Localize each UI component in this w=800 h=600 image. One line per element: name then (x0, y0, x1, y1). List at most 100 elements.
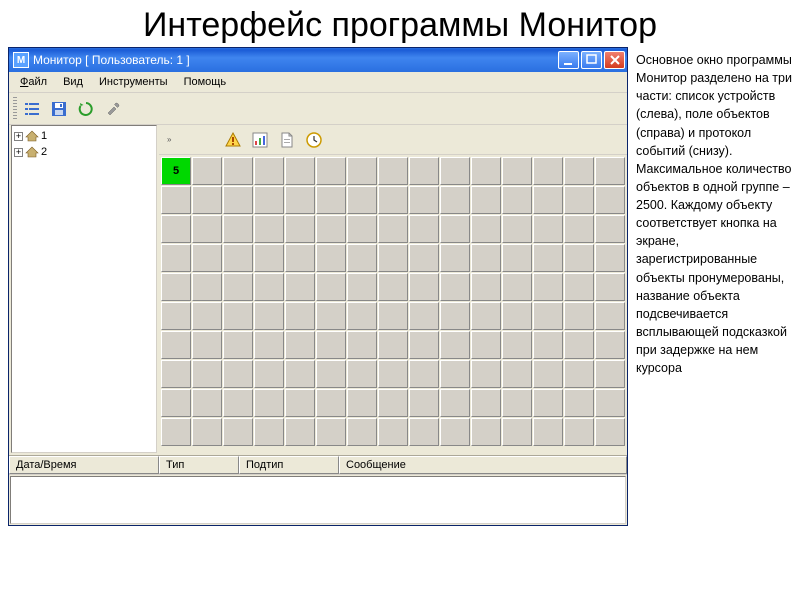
object-button[interactable] (440, 389, 470, 417)
log-col-type[interactable]: Тип (159, 456, 239, 474)
log-body[interactable] (10, 476, 626, 524)
object-button[interactable] (223, 302, 253, 330)
object-button[interactable] (409, 244, 439, 272)
chevron-expand-icon[interactable]: » (167, 135, 171, 144)
object-button[interactable] (192, 418, 222, 446)
object-button[interactable] (347, 215, 377, 243)
object-button[interactable] (378, 389, 408, 417)
object-button[interactable] (254, 360, 284, 388)
object-button[interactable] (254, 302, 284, 330)
object-button[interactable] (223, 273, 253, 301)
object-button[interactable] (254, 273, 284, 301)
object-button[interactable] (471, 244, 501, 272)
log-col-subtype[interactable]: Подтип (239, 456, 339, 474)
object-button[interactable] (440, 186, 470, 214)
object-button[interactable] (347, 244, 377, 272)
object-button[interactable] (564, 302, 594, 330)
object-button[interactable] (440, 273, 470, 301)
warning-icon[interactable] (221, 128, 245, 152)
list-icon[interactable] (20, 97, 44, 121)
object-button[interactable] (285, 273, 315, 301)
object-button[interactable] (254, 418, 284, 446)
object-button[interactable] (564, 360, 594, 388)
tree-row[interactable]: + 2 (14, 144, 154, 160)
log-col-message[interactable]: Сообщение (339, 456, 627, 474)
object-button[interactable] (378, 331, 408, 359)
object-button[interactable] (192, 331, 222, 359)
chart-icon[interactable] (248, 128, 272, 152)
object-button[interactable] (161, 302, 191, 330)
object-button[interactable] (161, 273, 191, 301)
object-button[interactable] (161, 186, 191, 214)
object-button[interactable] (378, 157, 408, 185)
object-button[interactable] (285, 186, 315, 214)
object-button[interactable] (161, 360, 191, 388)
refresh-icon[interactable] (74, 97, 98, 121)
object-button[interactable] (595, 157, 625, 185)
object-button[interactable] (595, 331, 625, 359)
object-button[interactable] (254, 389, 284, 417)
close-button[interactable] (604, 51, 625, 69)
object-button[interactable] (223, 360, 253, 388)
object-button[interactable] (316, 360, 346, 388)
menu-view[interactable]: Вид (56, 74, 90, 90)
object-button[interactable] (409, 418, 439, 446)
object-button[interactable] (533, 157, 563, 185)
object-button[interactable] (161, 215, 191, 243)
object-button[interactable] (440, 157, 470, 185)
object-button[interactable] (223, 331, 253, 359)
object-button[interactable] (378, 244, 408, 272)
menu-file[interactable]: Файл (13, 74, 54, 90)
object-button[interactable] (564, 244, 594, 272)
object-button[interactable] (378, 360, 408, 388)
object-button[interactable] (192, 244, 222, 272)
object-button[interactable] (316, 331, 346, 359)
clock-icon[interactable] (302, 128, 326, 152)
object-button[interactable] (192, 157, 222, 185)
object-button[interactable] (285, 418, 315, 446)
object-button[interactable] (409, 360, 439, 388)
object-button[interactable] (192, 186, 222, 214)
save-icon[interactable] (47, 97, 71, 121)
object-button[interactable] (595, 418, 625, 446)
object-button[interactable] (440, 360, 470, 388)
object-button[interactable] (316, 418, 346, 446)
object-button[interactable] (502, 215, 532, 243)
object-button[interactable] (285, 244, 315, 272)
object-button[interactable] (347, 331, 377, 359)
object-button[interactable] (316, 186, 346, 214)
log-col-datetime[interactable]: Дата/Время (9, 456, 159, 474)
object-button[interactable] (533, 302, 563, 330)
object-button[interactable] (409, 273, 439, 301)
object-button[interactable] (285, 302, 315, 330)
object-button[interactable] (254, 186, 284, 214)
object-button[interactable] (595, 215, 625, 243)
object-button[interactable] (564, 157, 594, 185)
object-button[interactable] (285, 157, 315, 185)
object-button[interactable] (161, 389, 191, 417)
object-button[interactable] (285, 331, 315, 359)
object-button[interactable] (564, 273, 594, 301)
object-button[interactable] (502, 302, 532, 330)
object-button[interactable] (471, 331, 501, 359)
tree-row[interactable]: + 1 (14, 128, 154, 144)
object-button[interactable] (192, 360, 222, 388)
object-button[interactable] (595, 360, 625, 388)
object-button[interactable] (285, 389, 315, 417)
object-button[interactable] (502, 157, 532, 185)
object-button[interactable] (254, 331, 284, 359)
menu-tools[interactable]: Инструменты (92, 74, 175, 90)
object-button[interactable] (285, 215, 315, 243)
object-button[interactable] (471, 302, 501, 330)
object-button[interactable] (161, 244, 191, 272)
object-button[interactable] (316, 273, 346, 301)
object-button[interactable] (192, 273, 222, 301)
object-button[interactable] (316, 157, 346, 185)
object-button[interactable] (471, 186, 501, 214)
object-button[interactable] (533, 244, 563, 272)
object-button[interactable] (502, 331, 532, 359)
object-button[interactable] (533, 360, 563, 388)
object-button[interactable] (564, 418, 594, 446)
object-button[interactable] (564, 186, 594, 214)
tree-expand-icon[interactable]: + (14, 148, 23, 157)
